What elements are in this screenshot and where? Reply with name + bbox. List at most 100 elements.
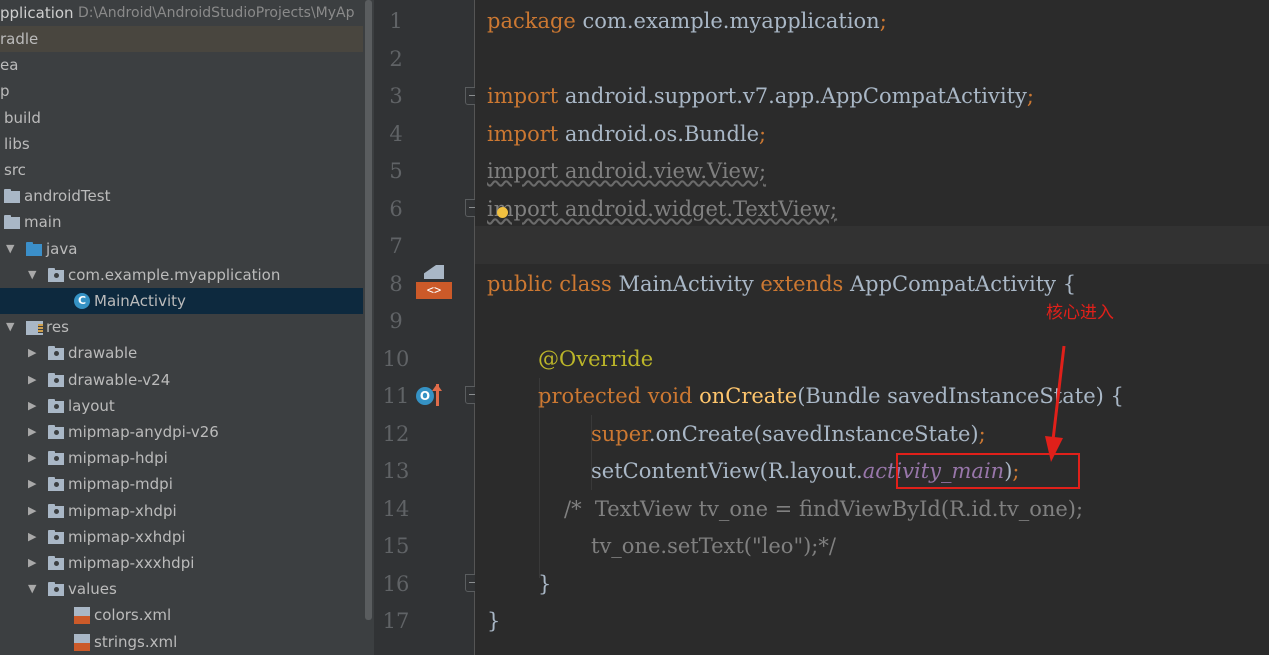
- tree-item[interactable]: ▶ mipmap-xxxhdpi: [0, 550, 363, 576]
- tree-item-label: ea: [0, 56, 19, 75]
- tree-item[interactable]: C MainActivity: [0, 288, 363, 314]
- scrollbar-thumb[interactable]: [365, 0, 372, 620]
- override-method-icon[interactable]: O: [416, 384, 446, 410]
- collapse-arrow-icon[interactable]: ▶: [28, 471, 36, 497]
- tree-item-label: mipmap-hdpi: [68, 449, 168, 468]
- annotation-note: 核心进入: [1046, 303, 1114, 323]
- tree-item[interactable]: colors.xml: [0, 602, 363, 628]
- project-header[interactable]: pplication D:\Android\AndroidStudioProje…: [0, 0, 363, 26]
- tree-item[interactable]: src: [0, 157, 363, 183]
- package-folder-icon: [48, 503, 64, 518]
- code-text: setContentView(R.layout.: [591, 459, 863, 483]
- tree-item[interactable]: ▼ res: [0, 314, 363, 340]
- code-line-1[interactable]: package com.example.myapplication;: [487, 2, 887, 40]
- annotation: @Override: [538, 347, 654, 371]
- tree-item[interactable]: strings.xml: [0, 629, 363, 655]
- class-icon: C: [74, 293, 90, 309]
- tree-item-label: drawable-v24: [68, 370, 171, 389]
- expand-arrow-icon[interactable]: ▼: [28, 576, 36, 602]
- code-line-10[interactable]: @Override: [538, 340, 653, 378]
- code-text: }: [487, 609, 501, 633]
- code-line-14[interactable]: /* TextView tv_one = findViewById(R.id.t…: [564, 490, 1083, 528]
- collapse-arrow-icon[interactable]: ▶: [28, 524, 36, 550]
- tree-item-label: com.example.myapplication: [68, 265, 281, 284]
- package-folder-icon: [48, 398, 64, 413]
- semicolon: ;: [759, 122, 767, 146]
- line-number: 1: [389, 9, 403, 33]
- lightbulb-icon[interactable]: [497, 207, 508, 218]
- tree-item[interactable]: ▶ mipmap-mdpi: [0, 471, 363, 497]
- code-line-6[interactable]: import android.widget.TextView;: [487, 190, 837, 228]
- tree-item[interactable]: main: [0, 209, 363, 235]
- xml-file-icon: [74, 607, 90, 625]
- line-number: 14: [382, 496, 410, 521]
- tree-item-label: drawable: [68, 344, 138, 363]
- semicolon: ;: [1026, 84, 1034, 108]
- code-line-12[interactable]: super.onCreate(savedInstanceState);: [591, 415, 986, 453]
- tree-item-label: mipmap-xxxhdpi: [68, 554, 195, 572]
- tree-item[interactable]: p: [0, 78, 363, 104]
- line-number: 6: [389, 196, 403, 221]
- keyword: extends: [760, 272, 850, 296]
- editor-gutter: 1 2 3 4 5 6 7 8 9 10 11 12 13 14 15 16 17 <> O: [374, 0, 481, 655]
- tree-item[interactable]: ▶ layout: [0, 393, 363, 419]
- collapse-arrow-icon[interactable]: ▶: [28, 498, 36, 524]
- tree-item[interactable]: ▼ com.example.myapplication: [0, 262, 363, 288]
- line-number: 8: [389, 271, 403, 296]
- package-folder-icon: [48, 451, 64, 466]
- expand-arrow-icon[interactable]: ▼: [28, 262, 36, 288]
- tree-item-label: libs: [4, 134, 30, 153]
- tree-item[interactable]: build: [0, 105, 363, 131]
- code-editor[interactable]: package com.example.myapplication; impor…: [475, 0, 1269, 655]
- collapse-arrow-icon[interactable]: ▶: [28, 367, 36, 393]
- code-line-5[interactable]: import android.view.View;: [487, 152, 766, 190]
- project-name: pplication: [0, 4, 74, 22]
- code-line-16[interactable]: }: [538, 565, 551, 603]
- keyword: import: [487, 122, 559, 146]
- unused-import: import android.view.View;: [487, 159, 767, 183]
- expand-arrow-icon[interactable]: ▼: [6, 314, 14, 340]
- tree-item[interactable]: ea: [0, 52, 363, 78]
- code-line-15[interactable]: tv_one.setText("leo");*/: [591, 527, 836, 565]
- tree-item[interactable]: ▶ drawable: [0, 340, 363, 366]
- line-number: 7: [389, 234, 403, 258]
- tree-item[interactable]: ▶ drawable-v24: [0, 367, 363, 393]
- tree-item-label: values: [68, 580, 117, 599]
- tree-item-label: androidTest: [24, 187, 111, 206]
- collapse-arrow-icon[interactable]: ▶: [28, 419, 36, 445]
- semicolon: ;: [879, 9, 887, 33]
- collapse-arrow-icon[interactable]: ▶: [28, 393, 36, 419]
- keyword: protected void: [538, 384, 700, 408]
- xml-file-icon: [74, 633, 90, 651]
- code-line-17[interactable]: }: [487, 602, 500, 640]
- tree-item[interactable]: ▶ mipmap-anydpi-v26: [0, 419, 363, 445]
- collapse-arrow-icon[interactable]: ▶: [28, 550, 36, 576]
- code-text: }: [538, 572, 552, 596]
- tree-item[interactable]: ▶ mipmap-xxhdpi: [0, 524, 363, 550]
- code-text: android.support.v7.app.AppCompatActivity: [558, 84, 1027, 108]
- expand-arrow-icon[interactable]: ▼: [6, 236, 14, 262]
- line-number: 17: [382, 609, 410, 633]
- layout-preview-icon[interactable]: <>: [416, 265, 452, 299]
- tree-item[interactable]: androidTest: [0, 183, 363, 209]
- code-text: .onCreate(savedInstanceState): [648, 422, 979, 446]
- collapse-arrow-icon[interactable]: ▶: [28, 340, 36, 366]
- tree-item-label: mipmap-xhdpi: [68, 501, 177, 520]
- tree-item[interactable]: ▼ values: [0, 576, 363, 602]
- code-line-3[interactable]: import android.support.v7.app.AppCompatA…: [487, 77, 1034, 115]
- tree-item-label: radle: [0, 30, 39, 48]
- tree-item[interactable]: ▶ mipmap-hdpi: [0, 445, 363, 471]
- collapse-arrow-icon[interactable]: ▶: [28, 445, 36, 471]
- code-text: com.example.myapplication: [575, 9, 880, 33]
- project-scrollbar[interactable]: [363, 0, 374, 655]
- code-line-4[interactable]: import android.os.Bundle;: [487, 115, 766, 153]
- tree-item[interactable]: ▼ java: [0, 236, 363, 262]
- red-arrow: [1045, 345, 1066, 462]
- tree-item[interactable]: libs: [0, 131, 363, 157]
- tree-item[interactable]: radle: [0, 26, 363, 52]
- method-name: onCreate: [699, 384, 798, 408]
- package-folder-icon: [48, 582, 64, 597]
- code-line-8[interactable]: public class MainActivity extends AppCom…: [487, 265, 1076, 303]
- tree-item-label: mipmap-anydpi-v26: [68, 423, 219, 441]
- tree-item[interactable]: ▶ mipmap-xhdpi: [0, 498, 363, 524]
